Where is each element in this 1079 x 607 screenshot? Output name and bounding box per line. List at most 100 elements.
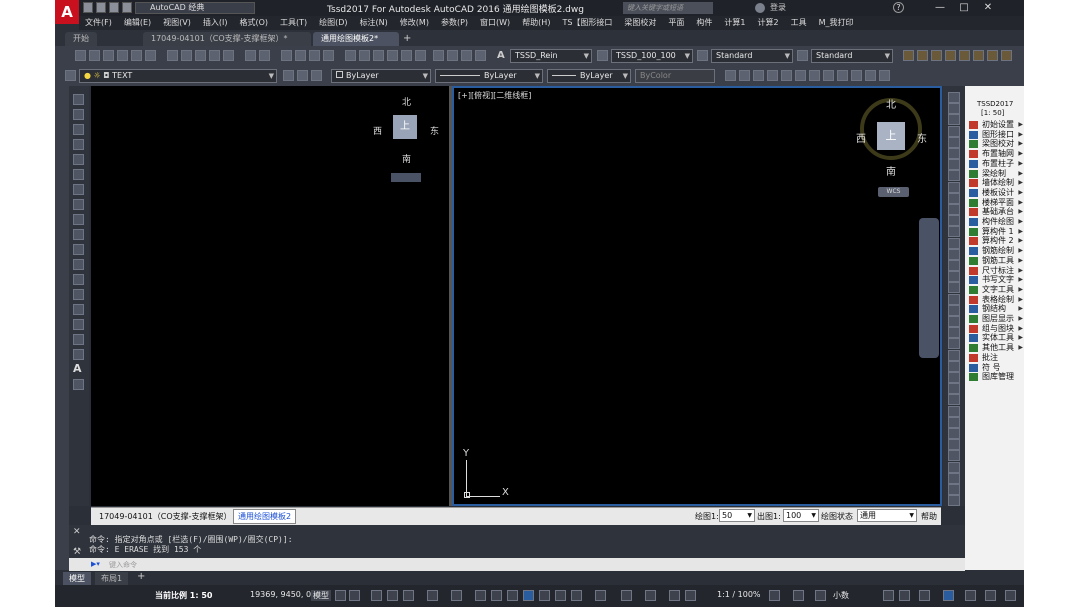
- tssd-menu-item[interactable]: 钢筋绘制: [982, 246, 1014, 255]
- zoom-realtime-icon[interactable]: [295, 50, 306, 61]
- print-icon[interactable]: [117, 50, 128, 61]
- tab-model[interactable]: 模型: [63, 572, 91, 585]
- coordinates[interactable]: 19369, 9450, 0: [250, 590, 311, 599]
- publish-icon[interactable]: [145, 50, 156, 61]
- selection-filter-icon[interactable]: [571, 590, 582, 601]
- autoscale-icon[interactable]: [645, 590, 656, 601]
- tssd-tool-icon[interactable]: [948, 327, 960, 339]
- polyline-icon[interactable]: [73, 124, 84, 135]
- dynamic-input-icon[interactable]: [371, 590, 382, 601]
- tssd-tool-icon[interactable]: [948, 316, 960, 327]
- autocad-logo[interactable]: A: [55, 0, 79, 24]
- blend-icon[interactable]: [948, 271, 960, 283]
- tssd-tool-icon[interactable]: [809, 70, 820, 81]
- tssd-menu-item[interactable]: 钢筋工具: [982, 256, 1014, 265]
- calc-icon[interactable]: [433, 50, 444, 61]
- gear-icon[interactable]: [769, 590, 780, 601]
- tssd-tool-icon[interactable]: [945, 50, 956, 61]
- tssd-menu-item[interactable]: 算构件 1: [982, 227, 1014, 236]
- tssd-tool-icon[interactable]: [767, 70, 778, 81]
- menu-item[interactable]: 编辑(E): [118, 16, 157, 30]
- wcs-menu[interactable]: WCS: [878, 187, 909, 197]
- make-block-icon[interactable]: [73, 274, 84, 285]
- polygon-icon[interactable]: [73, 139, 84, 150]
- redo-icon[interactable]: [259, 50, 270, 61]
- tssd-tool-icon[interactable]: [931, 50, 942, 61]
- tssd-tool-icon[interactable]: [837, 70, 848, 81]
- tssd-tool-icon[interactable]: [948, 383, 960, 395]
- tssd-menu-item[interactable]: 楼板设计: [982, 188, 1014, 197]
- explode-icon[interactable]: [948, 282, 960, 294]
- tssd-menu-item[interactable]: 布置柱子: [982, 159, 1014, 168]
- tssd-tool-icon[interactable]: [948, 439, 960, 451]
- sheet-set-icon[interactable]: [387, 50, 398, 61]
- navigation-bar[interactable]: [919, 218, 939, 358]
- tssd-menu-item[interactable]: 基础承台: [982, 207, 1014, 216]
- circle-icon[interactable]: [73, 184, 84, 195]
- annotation-scale-icon[interactable]: [669, 590, 680, 601]
- revcloud-icon[interactable]: [73, 199, 84, 210]
- make-current-icon[interactable]: [283, 70, 294, 81]
- new-icon[interactable]: [75, 50, 86, 61]
- break-icon[interactable]: [948, 226, 960, 238]
- text-style-select[interactable]: TSSD_Rein ▼: [510, 49, 592, 63]
- tssd-menu-item[interactable]: 书写文字: [982, 275, 1014, 284]
- dim-style-select[interactable]: TSSD_100_100 ▼: [611, 49, 693, 63]
- paste-icon[interactable]: [195, 50, 206, 61]
- open-icon[interactable]: [89, 50, 100, 61]
- layer-state-icon[interactable]: [311, 70, 322, 81]
- point-icon[interactable]: [73, 289, 84, 300]
- minimize-icon[interactable]: —: [928, 0, 952, 16]
- menu-item[interactable]: 构件: [690, 16, 718, 30]
- break-point-icon[interactable]: [948, 215, 960, 227]
- table-icon[interactable]: [73, 349, 84, 360]
- tssd-tool-icon[interactable]: [948, 428, 960, 439]
- tssd-tool-icon[interactable]: [948, 472, 960, 484]
- tssd-tool-icon[interactable]: [865, 70, 876, 81]
- new-icon[interactable]: [83, 2, 93, 13]
- menu-item[interactable]: 修改(M): [394, 16, 435, 30]
- tssd-menu-item[interactable]: 钢结构: [982, 304, 1006, 313]
- tssd-menu-item[interactable]: 算构件 2: [982, 236, 1014, 245]
- isolate-objects-icon[interactable]: [919, 590, 930, 601]
- ellipse-icon[interactable]: [73, 229, 84, 240]
- gradient-icon[interactable]: [73, 319, 84, 330]
- menu-item[interactable]: 文件(F): [79, 16, 118, 30]
- viewcube[interactable]: 上: [393, 115, 417, 139]
- tssd-tool-icon[interactable]: [948, 304, 960, 316]
- viewcube[interactable]: 上: [877, 122, 905, 150]
- tssd-tool-icon[interactable]: [917, 50, 928, 61]
- color-select[interactable]: ByLayer ▼: [331, 69, 431, 83]
- menu-item[interactable]: 工具(T): [274, 16, 313, 30]
- model-space-button[interactable]: 模型: [311, 590, 331, 601]
- save-icon[interactable]: [109, 2, 119, 13]
- viewport-controls[interactable]: [+][俯视][二维线框]: [458, 90, 531, 101]
- tssd-tool-icon[interactable]: [903, 50, 914, 61]
- extend-icon[interactable]: [948, 204, 960, 215]
- match-prop-icon[interactable]: [209, 50, 220, 61]
- add-layout-icon[interactable]: +: [137, 571, 145, 582]
- wcs-menu[interactable]: [391, 173, 421, 182]
- menu-item[interactable]: TS【图形接口: [556, 16, 618, 30]
- xline-icon[interactable]: [73, 109, 84, 120]
- ortho-icon[interactable]: [387, 590, 398, 601]
- menu-item[interactable]: 平面: [662, 16, 690, 30]
- tssd-tool-icon[interactable]: [948, 394, 960, 406]
- help-button[interactable]: 帮助: [921, 511, 937, 522]
- menu-item[interactable]: 视图(V): [157, 16, 197, 30]
- hatch-icon[interactable]: [73, 304, 84, 315]
- menu-item[interactable]: 插入(I): [197, 16, 234, 30]
- tssd-menu-item[interactable]: 梁图校对: [982, 139, 1014, 148]
- mirror-icon[interactable]: [948, 114, 960, 126]
- tssd-tool-icon[interactable]: [781, 70, 792, 81]
- grid-icon[interactable]: [461, 50, 472, 61]
- tssd-tool-icon[interactable]: [1001, 50, 1012, 61]
- erase-icon[interactable]: [948, 92, 960, 103]
- menu-item[interactable]: 格式(O): [233, 16, 274, 30]
- tssd-menu-item[interactable]: 符 号: [982, 363, 1001, 372]
- insert-block-icon[interactable]: [73, 259, 84, 270]
- tssd-menu-item[interactable]: 表格绘制: [982, 295, 1014, 304]
- draw-scale-select[interactable]: 50 ▼: [719, 509, 755, 522]
- tssd-tool-icon[interactable]: [879, 70, 890, 81]
- tssd-menu-item[interactable]: 组与图块: [982, 324, 1014, 333]
